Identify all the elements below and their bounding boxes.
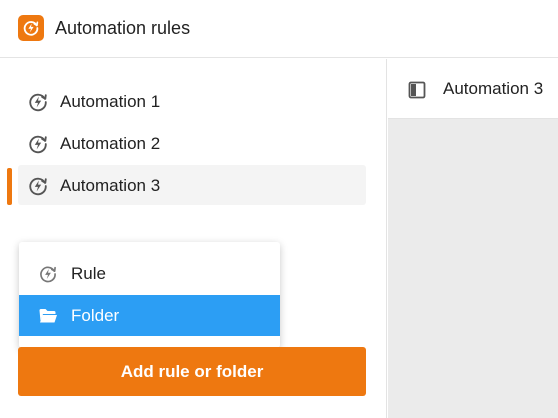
selection-indicator bbox=[7, 168, 12, 205]
folder-icon bbox=[38, 306, 58, 326]
app-title: Automation rules bbox=[55, 18, 191, 38]
main-panel: Automation 3 bbox=[388, 59, 558, 418]
add-menu-dropdown: Rule Folder bbox=[19, 242, 280, 348]
panel-toggle-icon[interactable] bbox=[408, 81, 426, 99]
sidebar-item-label: Automation 2 bbox=[60, 134, 161, 153]
automation-bolt-icon bbox=[27, 133, 49, 155]
menu-item-label: Rule bbox=[71, 264, 106, 283]
main-header: Automation 3 bbox=[388, 59, 558, 119]
sidebar-item-label: Automation 1 bbox=[60, 92, 161, 111]
sidebar-item-automation-2[interactable]: Automation 2 bbox=[18, 123, 366, 163]
title-bar: Automation rules bbox=[0, 0, 558, 58]
add-rule-or-folder-button[interactable]: Add rule or folder bbox=[18, 347, 366, 396]
sidebar-item-automation-3[interactable]: Automation 3 bbox=[18, 165, 366, 205]
automation-bolt-icon bbox=[38, 264, 58, 284]
sidebar-item-label: Automation 3 bbox=[60, 176, 161, 195]
menu-item-folder[interactable]: Folder bbox=[19, 295, 280, 336]
sidebar-item-automation-1[interactable]: Automation 1 bbox=[18, 81, 366, 121]
automation-bolt-icon bbox=[27, 175, 49, 197]
automation-bolt-icon bbox=[27, 91, 49, 113]
menu-item-label: Folder bbox=[71, 306, 120, 325]
menu-item-rule[interactable]: Rule bbox=[19, 253, 280, 294]
automation-logo-icon bbox=[18, 15, 44, 41]
page-title: Automation 3 bbox=[443, 79, 544, 98]
